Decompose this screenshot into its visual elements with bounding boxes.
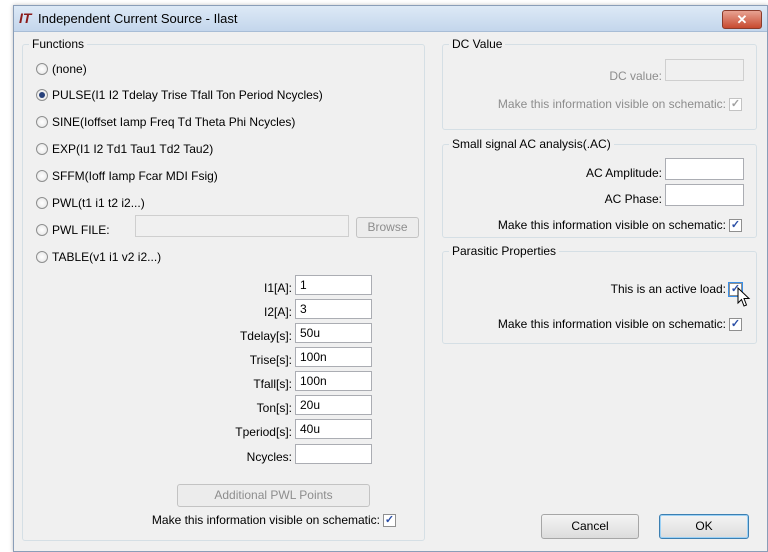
parasitic-visible-label: Make this information visible on schemat… [497,317,726,331]
radio-table[interactable]: TABLE(v1 i1 v2 i2...) [36,249,161,265]
ac-visible-label: Make this information visible on schemat… [497,218,726,232]
radio-none[interactable]: (none) [36,61,87,77]
radio-pwl-file[interactable]: PWL FILE: [36,222,110,238]
active-load-label: This is an active load: [610,282,726,296]
close-button[interactable]: ✕ [722,10,762,29]
param-trise-field[interactable]: 100n [295,347,372,367]
radio-button[interactable] [36,63,48,75]
dc-visible-label: Make this information visible on schemat… [497,97,726,111]
radio-pulse[interactable]: PULSE(I1 I2 Tdelay Trise Tfall Ton Perio… [36,87,323,103]
parasitic-group-title: Parasitic Properties [449,244,560,258]
radio-sine[interactable]: SINE(Ioffset Iamp Freq Td Theta Phi Ncyc… [36,114,295,130]
ac-visible-checkbox[interactable]: ✓ [729,219,742,232]
functions-group-title: Functions [29,37,88,51]
radio-button[interactable] [36,116,48,128]
param-tdelay-field[interactable]: 50u [295,323,372,343]
param-tperiod-label: Tperiod[s]: [235,425,292,439]
radio-button[interactable] [36,170,48,182]
title-bar[interactable]: IT Independent Current Source - Ilast ✕ [14,6,767,32]
cancel-button[interactable]: Cancel [541,514,639,539]
dc-value-field[interactable] [665,59,744,81]
radio-label: (none) [52,62,87,76]
ac-amplitude-label: AC Amplitude: [585,166,662,180]
radio-label: SFFM(Ioff Iamp Fcar MDI Fsig) [52,169,218,183]
param-tfall-label: Tfall[s]: [253,377,292,391]
radio-exp[interactable]: EXP(I1 I2 Td1 Tau1 Td2 Tau2) [36,141,213,157]
mouse-pointer-icon [737,287,751,307]
radio-sffm[interactable]: SFFM(Ioff Iamp Fcar MDI Fsig) [36,168,218,184]
radio-button[interactable] [36,251,48,263]
radio-label: EXP(I1 I2 Td1 Tau1 Td2 Tau2) [52,142,214,156]
ltspice-icon: IT [19,10,32,26]
dc-value-label: DC value: [609,69,662,83]
dc-value-group-title: DC Value [449,37,506,51]
param-tfall-field[interactable]: 100n [295,371,372,391]
radio-label: PWL(t1 i1 t2 i2...) [52,196,145,210]
param-tdelay-label: Tdelay[s]: [239,329,292,343]
window-title: Independent Current Source - Ilast [38,11,238,26]
param-i2-field[interactable]: 3 [295,299,372,319]
param-i2-label: I2[A]: [263,305,292,319]
ac-phase-field[interactable] [665,184,744,206]
functions-visible-checkbox[interactable]: ✓ [383,514,396,527]
param-ncycles-field[interactable] [295,444,372,464]
radio-pwl[interactable]: PWL(t1 i1 t2 i2...) [36,195,145,211]
dialog-window: IT Independent Current Source - Ilast ✕ … [13,5,768,552]
radio-button[interactable] [36,224,48,236]
radio-label: PWL FILE: [52,223,110,237]
param-ton-label: Ton[s]: [256,401,292,415]
dc-value-group: DC Value [442,37,757,130]
ok-button[interactable]: OK [659,514,749,539]
radio-button[interactable] [36,143,48,155]
parasitic-visible-checkbox[interactable]: ✓ [729,318,742,331]
pwl-file-path-field[interactable] [135,215,349,237]
dc-visible-checkbox[interactable]: ✓ [729,98,742,111]
ac-amplitude-field[interactable] [665,158,744,180]
radio-label: SINE(Ioffset Iamp Freq Td Theta Phi Ncyc… [52,115,296,129]
ac-analysis-group-title: Small signal AC analysis(.AC) [449,137,614,151]
radio-button-selected[interactable] [36,89,48,101]
radio-label: PULSE(I1 I2 Tdelay Trise Tfall Ton Perio… [52,88,323,102]
functions-visible-label: Make this information visible on schemat… [151,513,380,527]
ac-phase-label: AC Phase: [604,192,662,206]
param-trise-label: Trise[s]: [249,353,292,367]
param-tperiod-field[interactable]: 40u [295,419,372,439]
radio-label: TABLE(v1 i1 v2 i2...) [52,250,162,264]
param-ton-field[interactable]: 20u [295,395,372,415]
radio-button[interactable] [36,197,48,209]
param-ncycles-label: Ncycles: [246,450,292,464]
param-i1-label: I1[A]: [263,281,292,295]
additional-pwl-points-button[interactable]: Additional PWL Points [177,484,370,507]
param-i1-field[interactable]: 1 [295,275,372,295]
browse-button[interactable]: Browse [356,217,419,238]
